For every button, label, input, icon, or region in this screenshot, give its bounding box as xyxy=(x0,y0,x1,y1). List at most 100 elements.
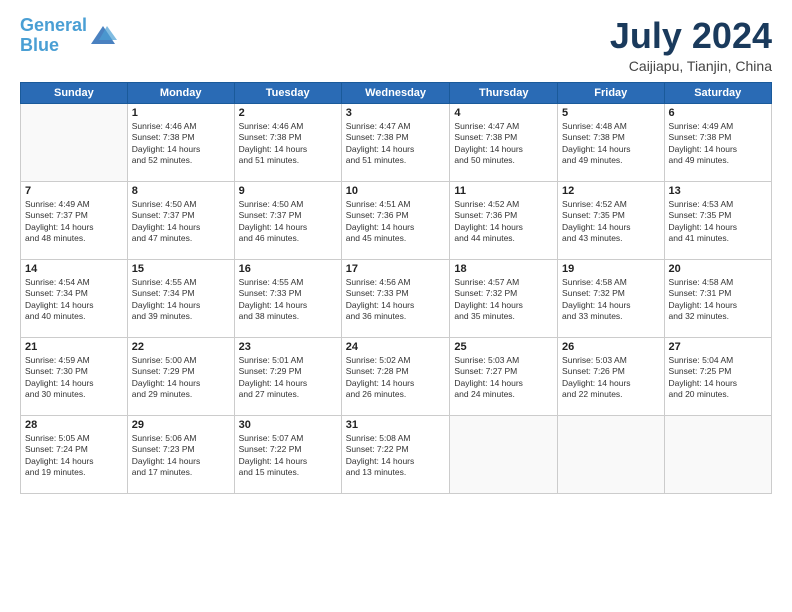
day-number: 12 xyxy=(562,185,659,197)
table-row: 20Sunrise: 4:58 AM Sunset: 7:31 PM Dayli… xyxy=(664,259,771,337)
day-number: 9 xyxy=(239,185,337,197)
header-friday: Friday xyxy=(558,82,664,103)
day-number: 28 xyxy=(25,419,123,431)
day-number: 6 xyxy=(669,107,767,119)
day-number: 26 xyxy=(562,341,659,353)
day-info: Sunrise: 5:03 AM Sunset: 7:26 PM Dayligh… xyxy=(562,355,659,401)
table-row: 14 Sunrise: 4:54 AM Sunset: 7:34 PM Dayli… xyxy=(21,259,128,337)
day-info: Sunrise: 4:47 AM Sunset: 7:38 PM Dayligh… xyxy=(346,121,446,167)
day-info: Sunrise: 4:54 AM Sunset: 7:34 PM Dayligh… xyxy=(25,277,123,323)
table-row: 16 Sunrise: 4:55 AM Sunset: 7:33 PM Dayli… xyxy=(234,259,341,337)
table-row: 11 Sunrise: 4:52 AM Sunset: 7:36 PM Dayli… xyxy=(450,181,558,259)
table-row: 19Sunrise: 4:58 AM Sunset: 7:32 PM Dayli… xyxy=(558,259,664,337)
table-row: 18 Sunrise: 4:57 AM Sunset: 7:32 PM Dayli… xyxy=(450,259,558,337)
day-number: 4 xyxy=(454,107,553,119)
table-row: 5 Sunrise: 4:48 AM Sunset: 7:38 PM Daylig… xyxy=(558,103,664,181)
table-row: 24 Sunrise: 5:02 AM Sunset: 7:28 PM Dayli… xyxy=(341,337,450,415)
day-number: 16 xyxy=(239,263,337,275)
table-row: 17Sunrise: 4:56 AM Sunset: 7:33 PM Dayli… xyxy=(341,259,450,337)
day-info: Sunrise: 5:02 AM Sunset: 7:28 PM Dayligh… xyxy=(346,355,446,401)
table-row: 9 Sunrise: 4:50 AM Sunset: 7:37 PM Daylig… xyxy=(234,181,341,259)
day-info: Sunrise: 4:59 AM Sunset: 7:30 PM Dayligh… xyxy=(25,355,123,401)
day-info: Sunrise: 5:05 AM Sunset: 7:24 PM Dayligh… xyxy=(25,433,123,479)
day-number: 15 xyxy=(132,263,230,275)
day-number: 5 xyxy=(562,107,659,119)
day-info: Sunrise: 4:52 AM Sunset: 7:36 PM Dayligh… xyxy=(454,199,553,245)
header-saturday: Saturday xyxy=(664,82,771,103)
table-row: 13 Sunrise: 4:53 AM Sunset: 7:35 PM Dayli… xyxy=(664,181,771,259)
day-info: Sunrise: 4:58 AM Sunset: 7:31 PM Dayligh… xyxy=(669,277,767,323)
table-row: 29 Sunrise: 5:06 AM Sunset: 7:23 PM Dayli… xyxy=(127,415,234,493)
day-number: 21 xyxy=(25,341,123,353)
day-number: 13 xyxy=(669,185,767,197)
day-info: Sunrise: 4:48 AM Sunset: 7:38 PM Dayligh… xyxy=(562,121,659,167)
day-info: Sunrise: 4:55 AM Sunset: 7:34 PM Dayligh… xyxy=(132,277,230,323)
header-wednesday: Wednesday xyxy=(341,82,450,103)
table-row: 2 Sunrise: 4:46 AM Sunset: 7:38 PM Daylig… xyxy=(234,103,341,181)
month-year-title: July 2024 xyxy=(610,16,772,56)
day-info: Sunrise: 4:49 AM Sunset: 7:38 PM Dayligh… xyxy=(669,121,767,167)
table-row: 7Sunrise: 4:49 AM Sunset: 7:37 PM Daylig… xyxy=(21,181,128,259)
calendar-page: GeneralBlue July 2024 Caijiapu, Tianjin,… xyxy=(0,0,792,612)
day-info: Sunrise: 4:56 AM Sunset: 7:33 PM Dayligh… xyxy=(346,277,446,323)
day-number: 3 xyxy=(346,107,446,119)
table-row: 8Sunrise: 4:50 AM Sunset: 7:37 PM Daylig… xyxy=(127,181,234,259)
table-row: 28 Sunrise: 5:05 AM Sunset: 7:24 PM Dayli… xyxy=(21,415,128,493)
header-thursday: Thursday xyxy=(450,82,558,103)
week-row-3: 14 Sunrise: 4:54 AM Sunset: 7:34 PM Dayli… xyxy=(21,259,772,337)
day-number: 2 xyxy=(239,107,337,119)
location-subtitle: Caijiapu, Tianjin, China xyxy=(610,58,772,74)
logo-icon xyxy=(89,22,117,50)
day-info: Sunrise: 5:08 AM Sunset: 7:22 PM Dayligh… xyxy=(346,433,446,479)
table-row: 12 Sunrise: 4:52 AM Sunset: 7:35 PM Dayli… xyxy=(558,181,664,259)
day-info: Sunrise: 4:46 AM Sunset: 7:38 PM Dayligh… xyxy=(239,121,337,167)
logo-text: GeneralBlue xyxy=(20,16,87,56)
table-row: 30 Sunrise: 5:07 AM Sunset: 7:22 PM Dayli… xyxy=(234,415,341,493)
week-row-1: 1 Sunrise: 4:46 AM Sunset: 7:38 PM Daylig… xyxy=(21,103,772,181)
table-row xyxy=(664,415,771,493)
day-number: 23 xyxy=(239,341,337,353)
day-info: Sunrise: 4:57 AM Sunset: 7:32 PM Dayligh… xyxy=(454,277,553,323)
day-info: Sunrise: 5:04 AM Sunset: 7:25 PM Dayligh… xyxy=(669,355,767,401)
day-info: Sunrise: 4:51 AM Sunset: 7:36 PM Dayligh… xyxy=(346,199,446,245)
day-number: 25 xyxy=(454,341,553,353)
day-number: 11 xyxy=(454,185,553,197)
day-number: 22 xyxy=(132,341,230,353)
table-row: 21 Sunrise: 4:59 AM Sunset: 7:30 PM Dayli… xyxy=(21,337,128,415)
calendar-table: Sunday Monday Tuesday Wednesday Thursday… xyxy=(20,82,772,494)
day-info: Sunrise: 4:52 AM Sunset: 7:35 PM Dayligh… xyxy=(562,199,659,245)
day-number: 19 xyxy=(562,263,659,275)
table-row: 31 Sunrise: 5:08 AM Sunset: 7:22 PM Dayli… xyxy=(341,415,450,493)
day-number: 8 xyxy=(132,185,230,197)
day-number: 1 xyxy=(132,107,230,119)
logo: GeneralBlue xyxy=(20,16,117,56)
day-number: 18 xyxy=(454,263,553,275)
day-info: Sunrise: 4:47 AM Sunset: 7:38 PM Dayligh… xyxy=(454,121,553,167)
week-row-4: 21 Sunrise: 4:59 AM Sunset: 7:30 PM Dayli… xyxy=(21,337,772,415)
day-number: 27 xyxy=(669,341,767,353)
day-info: Sunrise: 5:03 AM Sunset: 7:27 PM Dayligh… xyxy=(454,355,553,401)
day-info: Sunrise: 5:00 AM Sunset: 7:29 PM Dayligh… xyxy=(132,355,230,401)
table-row: 4 Sunrise: 4:47 AM Sunset: 7:38 PM Daylig… xyxy=(450,103,558,181)
day-number: 29 xyxy=(132,419,230,431)
title-block: July 2024 Caijiapu, Tianjin, China xyxy=(610,16,772,74)
table-row xyxy=(450,415,558,493)
day-info: Sunrise: 4:55 AM Sunset: 7:33 PM Dayligh… xyxy=(239,277,337,323)
day-info: Sunrise: 5:07 AM Sunset: 7:22 PM Dayligh… xyxy=(239,433,337,479)
day-number: 31 xyxy=(346,419,446,431)
day-number: 24 xyxy=(346,341,446,353)
day-number: 14 xyxy=(25,263,123,275)
day-number: 7 xyxy=(25,185,123,197)
table-row xyxy=(21,103,128,181)
table-row: 10 Sunrise: 4:51 AM Sunset: 7:36 PM Dayli… xyxy=(341,181,450,259)
day-info: Sunrise: 4:50 AM Sunset: 7:37 PM Dayligh… xyxy=(239,199,337,245)
day-info: Sunrise: 4:53 AM Sunset: 7:35 PM Dayligh… xyxy=(669,199,767,245)
table-row: 6 Sunrise: 4:49 AM Sunset: 7:38 PM Daylig… xyxy=(664,103,771,181)
table-row: 25 Sunrise: 5:03 AM Sunset: 7:27 PM Dayli… xyxy=(450,337,558,415)
day-number: 30 xyxy=(239,419,337,431)
table-row: 26 Sunrise: 5:03 AM Sunset: 7:26 PM Dayli… xyxy=(558,337,664,415)
day-info: Sunrise: 5:06 AM Sunset: 7:23 PM Dayligh… xyxy=(132,433,230,479)
header-tuesday: Tuesday xyxy=(234,82,341,103)
page-header: GeneralBlue July 2024 Caijiapu, Tianjin,… xyxy=(20,16,772,74)
day-number: 10 xyxy=(346,185,446,197)
